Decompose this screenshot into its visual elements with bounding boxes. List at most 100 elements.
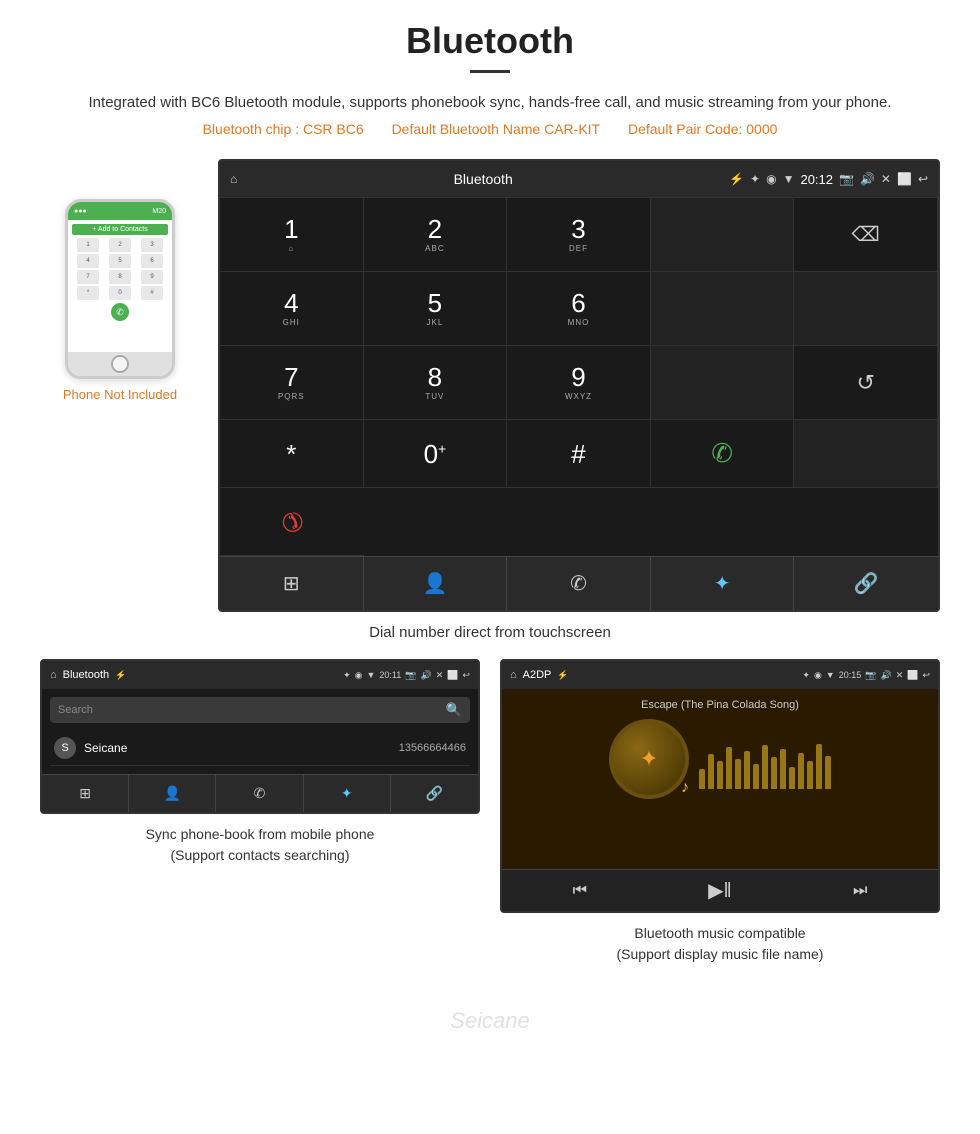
equalizer-visualization xyxy=(699,739,831,789)
pb-tool-phone[interactable]: ✆ xyxy=(216,775,303,812)
volume-icon[interactable]: 🔊 xyxy=(860,172,875,186)
eq-bar xyxy=(825,756,831,789)
phone-key-4: 4 xyxy=(77,254,99,268)
phone-dial-row-3: 7 8 9 xyxy=(72,270,168,284)
phone-key-8: 8 xyxy=(109,270,131,284)
mu-camera-icon[interactable]: 📷 xyxy=(865,670,876,681)
dial-key-8[interactable]: 8 TUV xyxy=(364,346,508,420)
dial-key-2[interactable]: 2 ABC xyxy=(364,198,508,272)
eq-bar xyxy=(726,747,732,789)
dial-redial[interactable]: ↺ xyxy=(794,346,938,420)
mu-close-icon[interactable]: ✕ xyxy=(896,670,904,681)
toolbar-contacts-icon[interactable]: 👤 xyxy=(364,557,508,610)
pb-tool-link[interactable]: 🔗 xyxy=(391,775,478,812)
mu-bt-icon: ✦ xyxy=(802,670,810,681)
pb-tool-bt[interactable]: ✦ xyxy=(304,775,391,812)
phone-key-3: 3 xyxy=(141,238,163,252)
car-header-left: ⌂ xyxy=(230,172,237,186)
eq-bar xyxy=(780,749,786,789)
dial-key-6[interactable]: 6 MNO xyxy=(507,272,651,346)
dial-key-1[interactable]: 1 ⌂ xyxy=(220,198,364,272)
car-dial-screen: ⌂ Bluetooth ⚡ ✦ ◉ ▼ 20:12 📷 🔊 ✕ ⬜ ↩ 1 ⌂ xyxy=(218,159,940,612)
toolbar-dialpad-icon[interactable]: ⊞ xyxy=(220,557,364,610)
camera-icon[interactable]: 📷 xyxy=(839,172,854,186)
phone-image-column: ●●● M20 + Add to Contacts 1 2 3 4 5 6 xyxy=(40,159,200,402)
dial-key-hash[interactable]: # xyxy=(507,420,651,488)
phone-call-btn-row: ✆ xyxy=(72,303,168,321)
phone-key-hash: # xyxy=(141,286,163,300)
pb-signal-icon: ◉ xyxy=(355,670,363,681)
dial-hangup-button[interactable]: ✆ xyxy=(220,488,364,556)
music-play-pause-icon[interactable]: ▶‖ xyxy=(708,878,732,903)
mu-back-icon[interactable]: ↩ xyxy=(922,670,930,681)
phonebook-content: Search 🔍 S Seicane 13566664466 xyxy=(42,689,478,774)
dial-key-3[interactable]: 3 DEF xyxy=(507,198,651,272)
search-placeholder-text: Search xyxy=(58,704,446,716)
dial-backspace[interactable]: ⌫ xyxy=(794,198,938,272)
contact-avatar: S xyxy=(54,737,76,759)
phonebook-search-bar[interactable]: Search 🔍 xyxy=(50,697,470,723)
dial-key-5[interactable]: 5 JKL xyxy=(364,272,508,346)
description-text: Integrated with BC6 Bluetooth module, su… xyxy=(40,91,940,115)
pb-tool-dialpad[interactable]: ⊞ xyxy=(42,775,129,812)
phone-dial-row-2: 4 5 6 xyxy=(72,254,168,268)
mu-volume-icon[interactable]: 🔊 xyxy=(880,670,891,681)
eq-bar xyxy=(753,764,759,789)
toolbar-link-icon[interactable]: 🔗 xyxy=(794,557,938,610)
home-icon[interactable]: ⌂ xyxy=(230,172,237,186)
mu-window-icon[interactable]: ⬜ xyxy=(907,670,918,681)
phone-key-9: 9 xyxy=(141,270,163,284)
music-screen: ⌂ A2DP ⚡ ✦ ◉ ▼ 20:15 📷 🔊 ✕ ⬜ ↩ Escape ( xyxy=(500,659,940,913)
pb-volume-icon[interactable]: 🔊 xyxy=(420,670,431,681)
pb-wifi-icon: ▼ xyxy=(366,670,375,680)
pb-back-icon[interactable]: ↩ xyxy=(462,670,470,681)
music-usb-icon: ⚡ xyxy=(557,670,568,681)
toolbar-bluetooth-icon[interactable]: ✦ xyxy=(651,557,795,610)
music-next-icon[interactable]: ⏭ xyxy=(853,882,867,900)
music-home-icon[interactable]: ⌂ xyxy=(510,669,517,681)
pb-window-icon[interactable]: ⬜ xyxy=(447,670,458,681)
phone-status: M20 xyxy=(152,208,166,215)
contact-number: 13566664466 xyxy=(399,742,466,754)
dial-key-7[interactable]: 7 PQRS xyxy=(220,346,364,420)
music-song-title: Escape (The Pina Colada Song) xyxy=(641,699,799,711)
phone-bottom-bar xyxy=(68,352,172,376)
pb-tool-contacts[interactable]: 👤 xyxy=(129,775,216,812)
dial-key-star[interactable]: * xyxy=(220,420,364,488)
phonebook-contact-row[interactable]: S Seicane 13566664466 xyxy=(50,731,470,766)
seicane-watermark: Seicane xyxy=(450,1008,530,1034)
dial-key-9[interactable]: 9 WXYZ xyxy=(507,346,651,420)
dial-empty-4a xyxy=(651,272,795,346)
music-header-left: ⌂ A2DP ⚡ xyxy=(510,669,569,681)
phone-call-btn[interactable]: ✆ xyxy=(111,303,129,321)
search-icon[interactable]: 🔍 xyxy=(446,702,462,718)
location-icon: ◉ xyxy=(766,172,776,186)
window-icon[interactable]: ⬜ xyxy=(897,172,912,186)
phone-key-0: 0 xyxy=(109,286,131,300)
pb-camera-icon[interactable]: 📷 xyxy=(405,670,416,681)
back-icon[interactable]: ↩ xyxy=(918,172,928,186)
bt-chip-spec: Bluetooth chip : CSR BC6 xyxy=(203,121,364,137)
phonebook-screen: ⌂ Bluetooth ⚡ ✦ ◉ ▼ 20:11 📷 🔊 ✕ ⬜ ↩ xyxy=(40,659,480,814)
phonebook-header-icons: ✦ ◉ ▼ 20:11 📷 🔊 ✕ ⬜ ↩ xyxy=(343,670,470,681)
eq-bar xyxy=(744,751,750,789)
eq-bar xyxy=(735,759,741,789)
phone-key-star: * xyxy=(77,286,99,300)
music-controls: ⏮ ▶‖ ⏭ xyxy=(502,869,938,911)
phonebook-usb-icon: ⚡ xyxy=(115,670,126,681)
car-header-title: Bluetooth xyxy=(237,171,729,187)
dial-display-area xyxy=(651,198,795,272)
pb-close-icon[interactable]: ✕ xyxy=(436,670,444,681)
music-prev-icon[interactable]: ⏮ xyxy=(573,882,587,900)
dial-call-button[interactable]: ✆ xyxy=(651,420,795,488)
phone-signal-icons: ●●● xyxy=(74,208,87,215)
dial-key-4[interactable]: 4 GHI xyxy=(220,272,364,346)
phonebook-header: ⌂ Bluetooth ⚡ ✦ ◉ ▼ 20:11 📷 🔊 ✕ ⬜ ↩ xyxy=(42,661,478,689)
close-icon[interactable]: ✕ xyxy=(881,172,891,186)
mu-time: 20:15 xyxy=(839,670,862,680)
pb-bt-icon: ✦ xyxy=(343,670,351,681)
usb-icon: ⚡ xyxy=(729,172,744,186)
toolbar-phone-icon[interactable]: ✆ xyxy=(507,557,651,610)
phonebook-home-icon[interactable]: ⌂ xyxy=(50,669,57,681)
dial-key-0[interactable]: 0+ xyxy=(364,420,508,488)
